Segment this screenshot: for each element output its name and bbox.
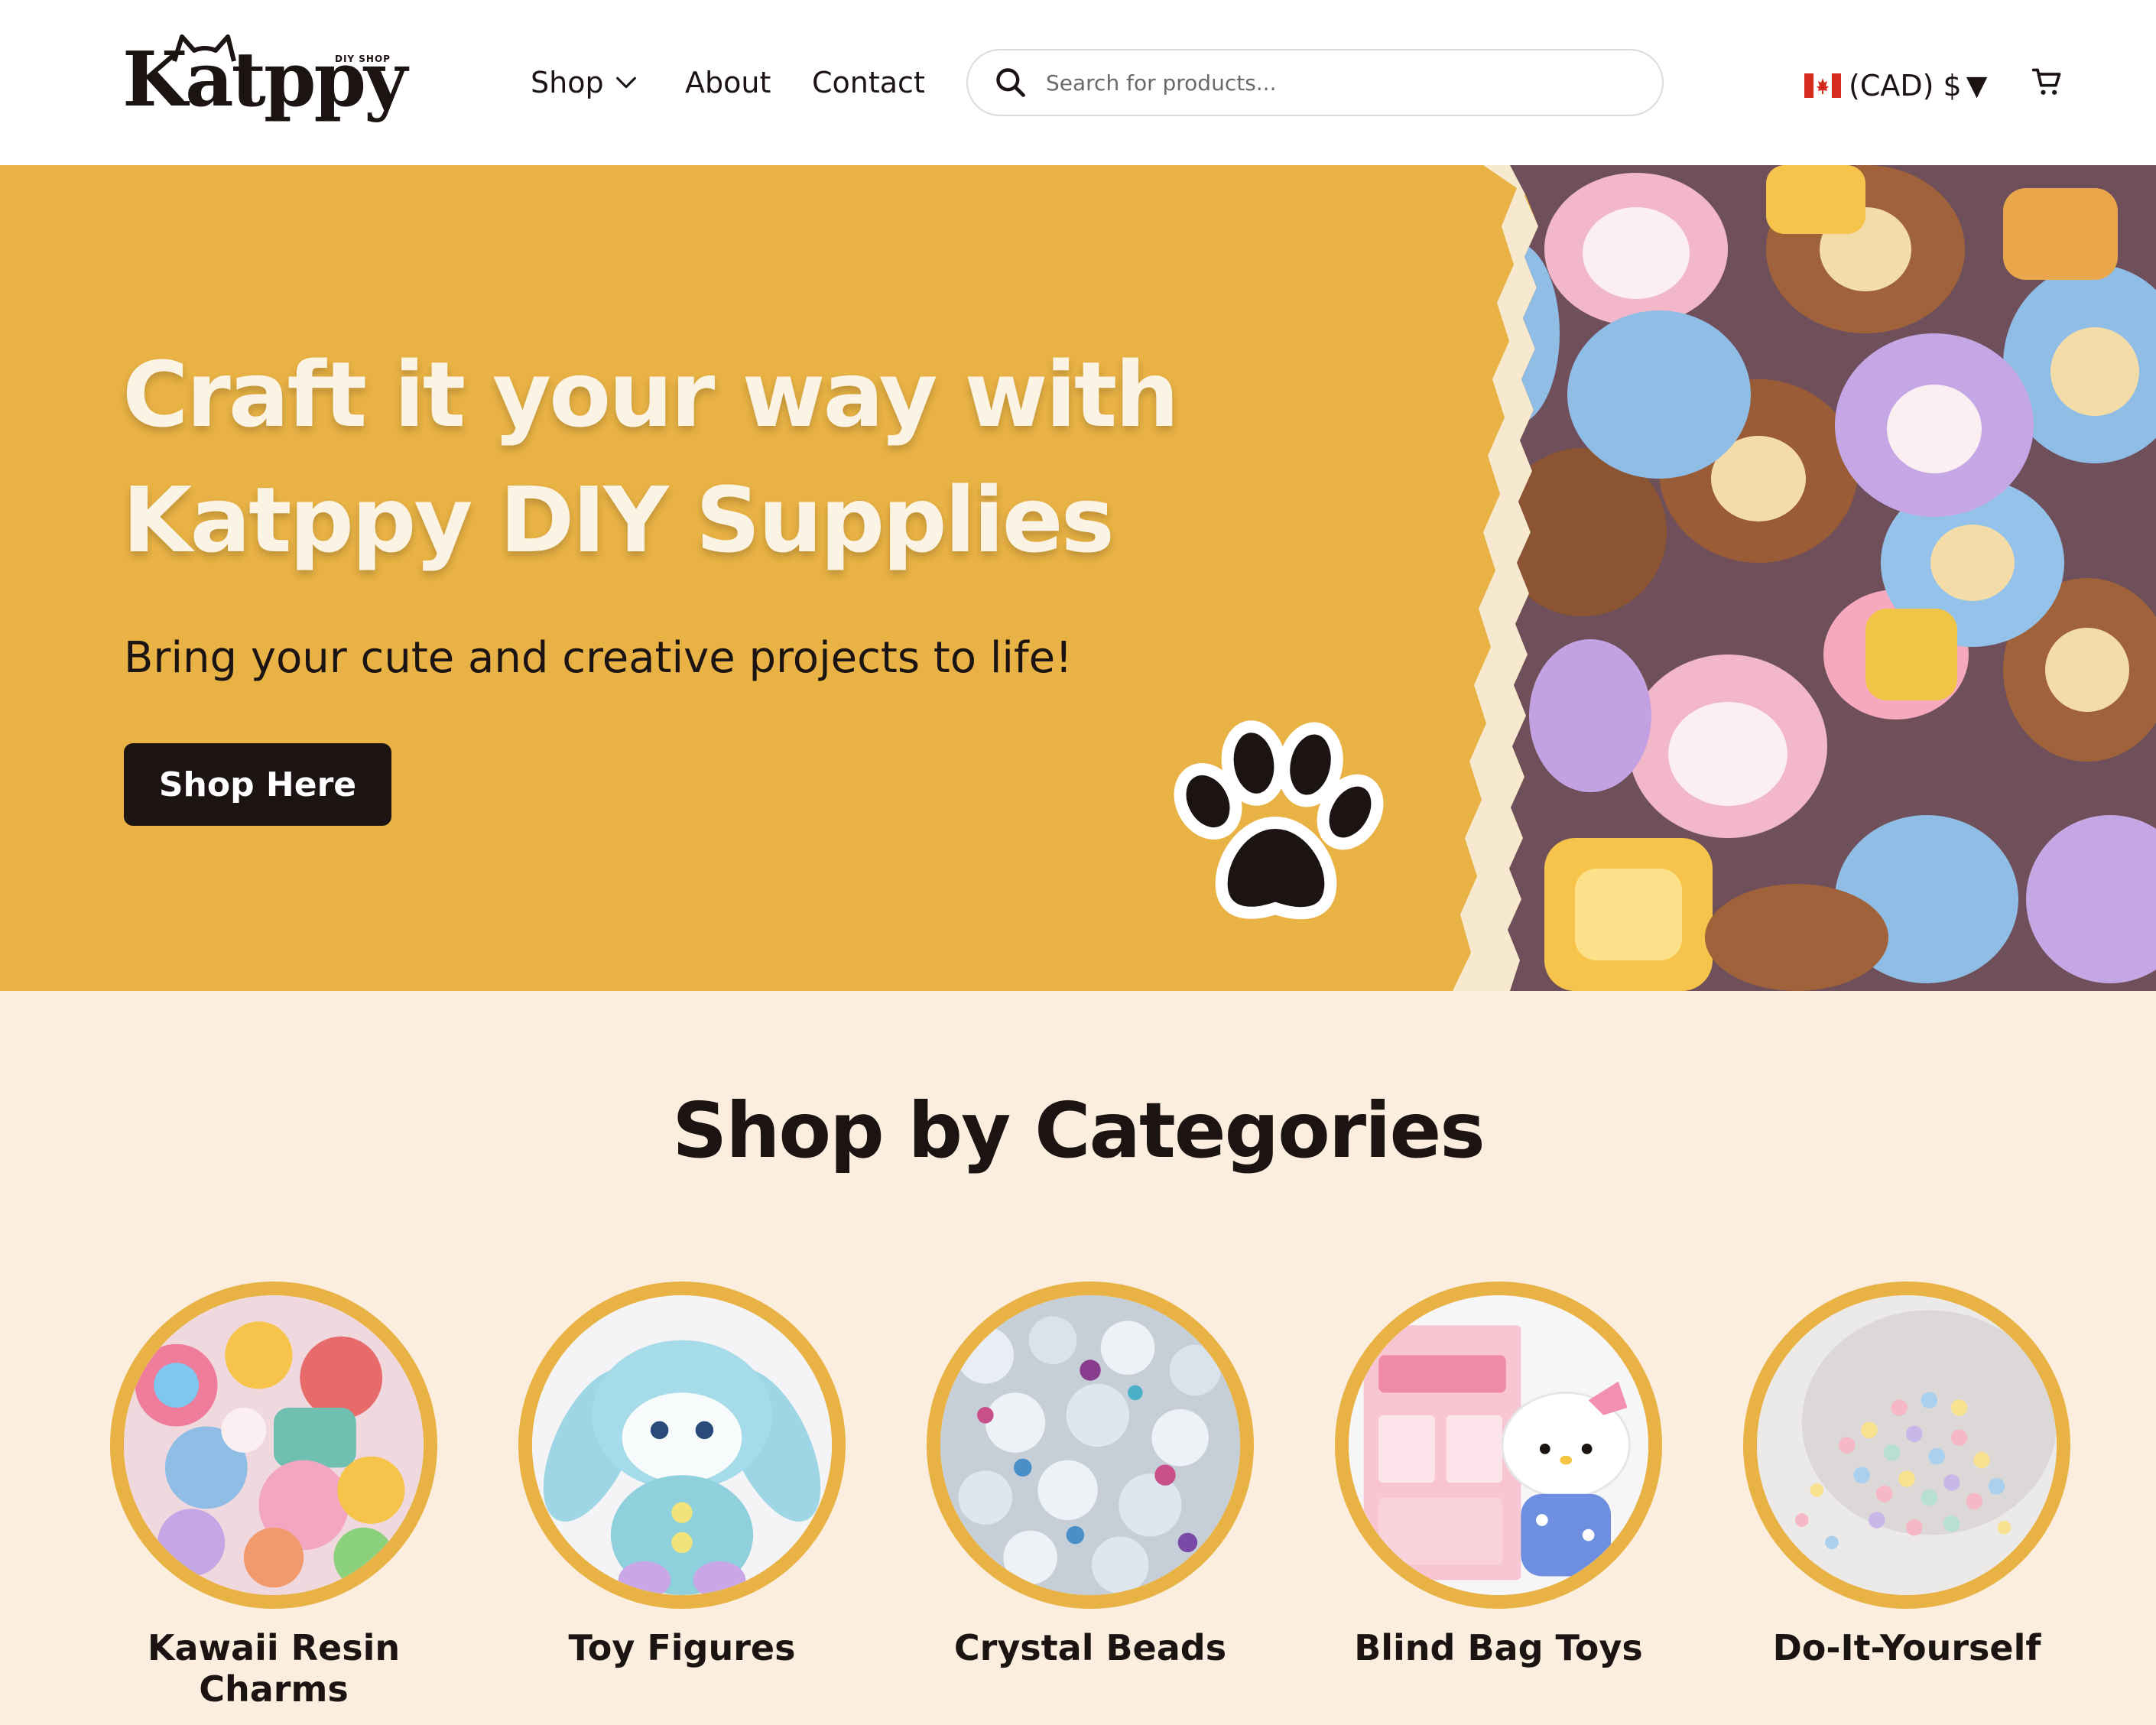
category-image-toy-figures[interactable] <box>518 1282 846 1609</box>
brand-tagline: DIY SHOP <box>335 54 391 64</box>
hero-title-line-1: Craft it your way with <box>122 342 1179 447</box>
canada-flag-icon <box>1804 73 1841 98</box>
resin-charms-photo <box>124 1295 424 1595</box>
hero-banner: Craft it your way with Katppy DIY Suppli… <box>0 165 2156 991</box>
search-input[interactable] <box>1046 60 1627 106</box>
category-label: Kawaii Resin Charms <box>106 1627 442 1710</box>
category-label: Do-It-Yourself <box>1739 1627 2075 1668</box>
category-label-line-1: Do-It-Yourself <box>1772 1627 2041 1668</box>
category-label: Blind Bag Toys <box>1330 1627 1667 1668</box>
hero-title: Craft it your way with Katppy DIY Suppli… <box>122 332 1193 583</box>
site-header: Katppy DIY SHOP Shop About Contact (CAD)… <box>0 0 2156 165</box>
category-image-kawaii-resin-charms[interactable] <box>110 1282 437 1609</box>
shop-here-button[interactable]: Shop Here <box>124 743 391 826</box>
categories-title: Shop by Categories <box>672 1086 1485 1175</box>
cart-icon[interactable] <box>2031 66 2064 99</box>
search-icon[interactable] <box>994 66 1028 99</box>
search-bar <box>966 49 1664 116</box>
blind-bag-toy-photo <box>1349 1295 1648 1595</box>
crystal-beads-photo <box>940 1295 1240 1595</box>
category-image-blind-bag-toys[interactable] <box>1335 1282 1662 1609</box>
nav-shop[interactable]: Shop <box>531 61 639 104</box>
category-label-line-1: Kawaii Resin <box>147 1627 401 1668</box>
category-label: Toy Figures <box>514 1627 850 1668</box>
category-image-do-it-yourself[interactable] <box>1743 1282 2070 1609</box>
currency-label: (CAD) $ <box>1849 69 1962 102</box>
toy-figure-photo <box>532 1295 832 1595</box>
category-label-line-1: Crystal Beads <box>953 1627 1227 1668</box>
nav-shop-label: Shop <box>531 66 604 99</box>
category-label-line-1: Toy Figures <box>568 1627 796 1668</box>
hero-subtitle: Bring your cute and creative projects to… <box>124 633 1073 683</box>
hero-title-line-2: Katppy DIY Supplies <box>122 467 1115 573</box>
paw-icon <box>1174 720 1384 920</box>
pastel-beads-photo <box>1757 1295 2057 1595</box>
brand-logo[interactable]: Katppy DIY SHOP <box>122 34 407 133</box>
nav-contact[interactable]: Contact <box>812 61 925 104</box>
hero-charms-photo <box>1453 165 2156 991</box>
chevron-down-icon <box>615 76 636 89</box>
currency-selector[interactable]: (CAD) $ ▼ <box>1804 66 1987 106</box>
category-image-crystal-beads[interactable] <box>927 1282 1254 1609</box>
category-label-line-1: Blind Bag Toys <box>1354 1627 1643 1668</box>
category-label-line-2: Charms <box>199 1668 349 1710</box>
category-label: Crystal Beads <box>922 1627 1258 1668</box>
nav-about[interactable]: About <box>685 61 771 104</box>
caret-down-icon: ▼ <box>1966 70 1988 102</box>
